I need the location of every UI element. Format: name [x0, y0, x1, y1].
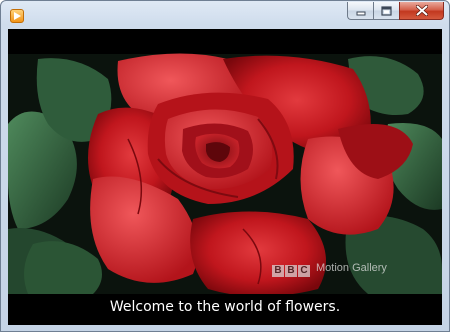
- media-player-icon[interactable]: [10, 9, 24, 23]
- bbc-logo: BBC: [272, 258, 311, 277]
- close-icon: [415, 5, 428, 16]
- bbc-letter: C: [298, 265, 310, 277]
- subtitle-caption: Welcome to the world of flowers.: [109, 299, 341, 315]
- maximize-button[interactable]: [373, 2, 399, 20]
- media-player-window: BBC Motion Gallery Welcome to the world …: [0, 0, 450, 332]
- window-bottom-border: [1, 324, 449, 331]
- video-frame[interactable]: BBC Motion Gallery Welcome to the world …: [8, 29, 442, 325]
- bbc-letter: B: [285, 265, 297, 277]
- rose-video-image: [8, 29, 442, 325]
- maximize-icon: [381, 5, 392, 16]
- bbc-letter: B: [272, 265, 284, 277]
- minimize-button[interactable]: [347, 2, 373, 20]
- watermark-text: Motion Gallery: [316, 261, 387, 274]
- close-button[interactable]: [399, 2, 444, 20]
- window-controls: [347, 2, 444, 21]
- bbc-motion-gallery-watermark: BBC Motion Gallery: [272, 258, 387, 277]
- minimize-icon: [356, 11, 365, 15]
- title-bar[interactable]: [1, 1, 449, 28]
